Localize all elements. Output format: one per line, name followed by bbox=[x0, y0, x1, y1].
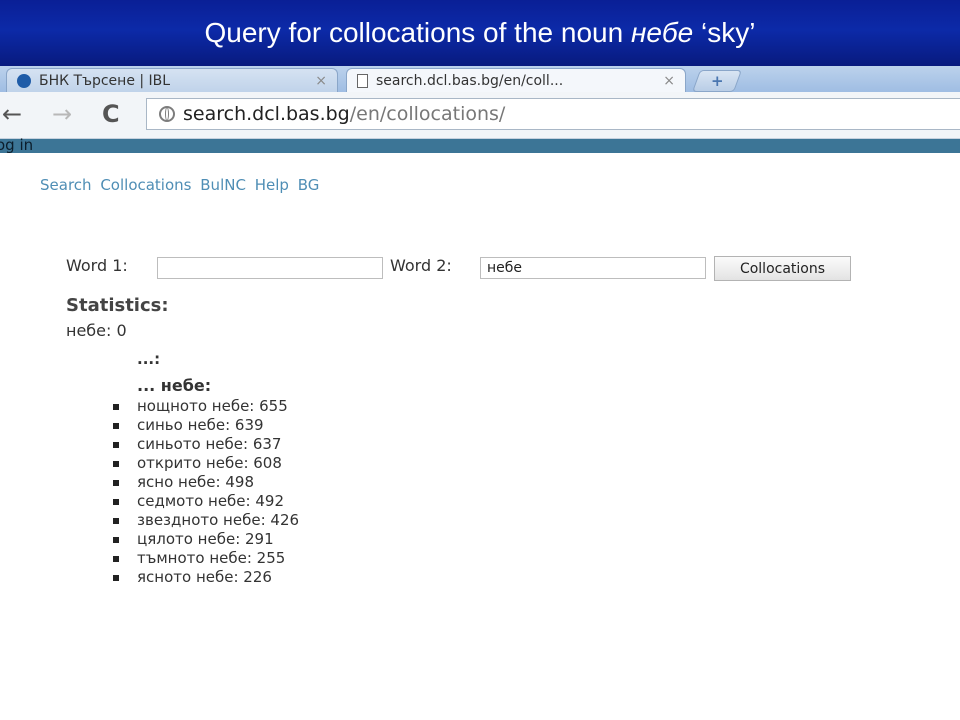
right-collocations-heading: ... небе: bbox=[137, 376, 212, 395]
nav-link-bulnc[interactable]: BulNC bbox=[200, 176, 246, 194]
list-item: открито небе: 608 bbox=[113, 454, 299, 473]
tab-collocations[interactable]: search.dcl.bas.bg/en/coll... × bbox=[346, 68, 686, 92]
login-link[interactable]: og in bbox=[0, 136, 33, 154]
close-icon[interactable]: × bbox=[315, 73, 327, 89]
bullet-icon bbox=[113, 461, 119, 467]
collocation-form: Word 1: Word 2: Collocations bbox=[66, 256, 866, 281]
left-collocations-heading: ...: bbox=[137, 350, 161, 368]
bullet-icon bbox=[113, 575, 119, 581]
tab-bnk-search[interactable]: БНК Търсене | IBL × bbox=[6, 68, 338, 92]
drupal-favicon-icon bbox=[17, 73, 31, 88]
bullet-icon bbox=[113, 404, 119, 410]
list-item: ясното небе: 226 bbox=[113, 568, 299, 587]
tab-label: БНК Търсене | IBL bbox=[39, 72, 171, 89]
slide-title-text: Query for collocations of the noun bbox=[204, 17, 631, 48]
collocation-list: нощното небе: 655 синьо небе: 639 синьот… bbox=[113, 397, 299, 587]
page-favicon-icon bbox=[357, 73, 368, 88]
word2-input[interactable] bbox=[480, 257, 706, 279]
list-item: синьо небе: 639 bbox=[113, 416, 299, 435]
word1-label: Word 1: bbox=[66, 256, 128, 275]
reload-icon[interactable]: C bbox=[102, 100, 120, 128]
globe-icon bbox=[159, 106, 175, 122]
collocation-text: звездното небе: 426 bbox=[137, 511, 300, 529]
collocation-text: ясно небе: 498 bbox=[137, 473, 254, 491]
list-item: ясно небе: 498 bbox=[113, 473, 299, 492]
tab-label: search.dcl.bas.bg/en/coll... bbox=[376, 72, 564, 89]
plus-icon: + bbox=[710, 72, 724, 90]
word-total-count: небе: 0 bbox=[66, 321, 127, 340]
nav-link-search[interactable]: Search bbox=[40, 176, 92, 194]
bullet-icon bbox=[113, 499, 119, 505]
address-bar[interactable]: search.dcl.bas.bg/en/collocations/ bbox=[146, 98, 960, 130]
collocations-button[interactable]: Collocations bbox=[714, 256, 851, 281]
word2-label: Word 2: bbox=[390, 256, 452, 275]
collocation-text: седмото небе: 492 bbox=[137, 492, 284, 510]
list-item: седмото небе: 492 bbox=[113, 492, 299, 511]
close-icon[interactable]: × bbox=[663, 73, 675, 89]
statistics-heading: Statistics: bbox=[66, 295, 169, 316]
forward-arrow-icon[interactable]: → bbox=[52, 100, 72, 128]
bullet-icon bbox=[113, 518, 119, 524]
slide-title-band: Query for collocations of the noun небе … bbox=[0, 0, 960, 66]
browser-toolbar: ← → C search.dcl.bas.bg/en/collocations/ bbox=[0, 92, 960, 139]
back-arrow-icon[interactable]: ← bbox=[2, 100, 22, 128]
site-nav: Search Collocations BulNC Help BG bbox=[40, 176, 323, 194]
browser-tab-strip: БНК Търсене | IBL × search.dcl.bas.bg/en… bbox=[0, 66, 960, 93]
site-topbar: og in bbox=[0, 136, 960, 154]
collocation-text: ясното небе: 226 bbox=[137, 568, 272, 586]
collocation-text: нощното небе: 655 bbox=[137, 397, 288, 415]
url-host: search.dcl.bas.bg bbox=[183, 103, 350, 125]
bullet-icon bbox=[113, 537, 119, 543]
collocation-text: тъмното небе: 255 bbox=[137, 549, 286, 567]
bullet-icon bbox=[113, 480, 119, 486]
collocation-text: синьото небе: 637 bbox=[137, 435, 282, 453]
nav-link-bg[interactable]: BG bbox=[298, 176, 320, 194]
nav-link-collocations[interactable]: Collocations bbox=[100, 176, 191, 194]
list-item: звездното небе: 426 bbox=[113, 511, 299, 530]
word1-input[interactable] bbox=[157, 257, 383, 279]
collocation-text: открито небе: 608 bbox=[137, 454, 282, 472]
list-item: тъмното небе: 255 bbox=[113, 549, 299, 568]
bullet-icon bbox=[113, 442, 119, 448]
nav-link-help[interactable]: Help bbox=[255, 176, 289, 194]
slide-title: Query for collocations of the noun небе … bbox=[204, 17, 755, 49]
collocation-text: цялото небе: 291 bbox=[137, 530, 274, 548]
list-item: синьото небе: 637 bbox=[113, 435, 299, 454]
url-path: /en/collocations/ bbox=[349, 103, 506, 125]
list-item: нощното небе: 655 bbox=[113, 397, 299, 416]
bullet-icon bbox=[113, 556, 119, 562]
collocation-text: синьо небе: 639 bbox=[137, 416, 264, 434]
slide-title-italic-word: небе bbox=[630, 17, 694, 48]
bullet-icon bbox=[113, 423, 119, 429]
slide-title-gloss: ‘sky’ bbox=[693, 17, 756, 48]
new-tab-button[interactable]: + bbox=[691, 70, 743, 92]
list-item: цялото небе: 291 bbox=[113, 530, 299, 549]
url-text: search.dcl.bas.bg/en/collocations/ bbox=[183, 103, 505, 125]
